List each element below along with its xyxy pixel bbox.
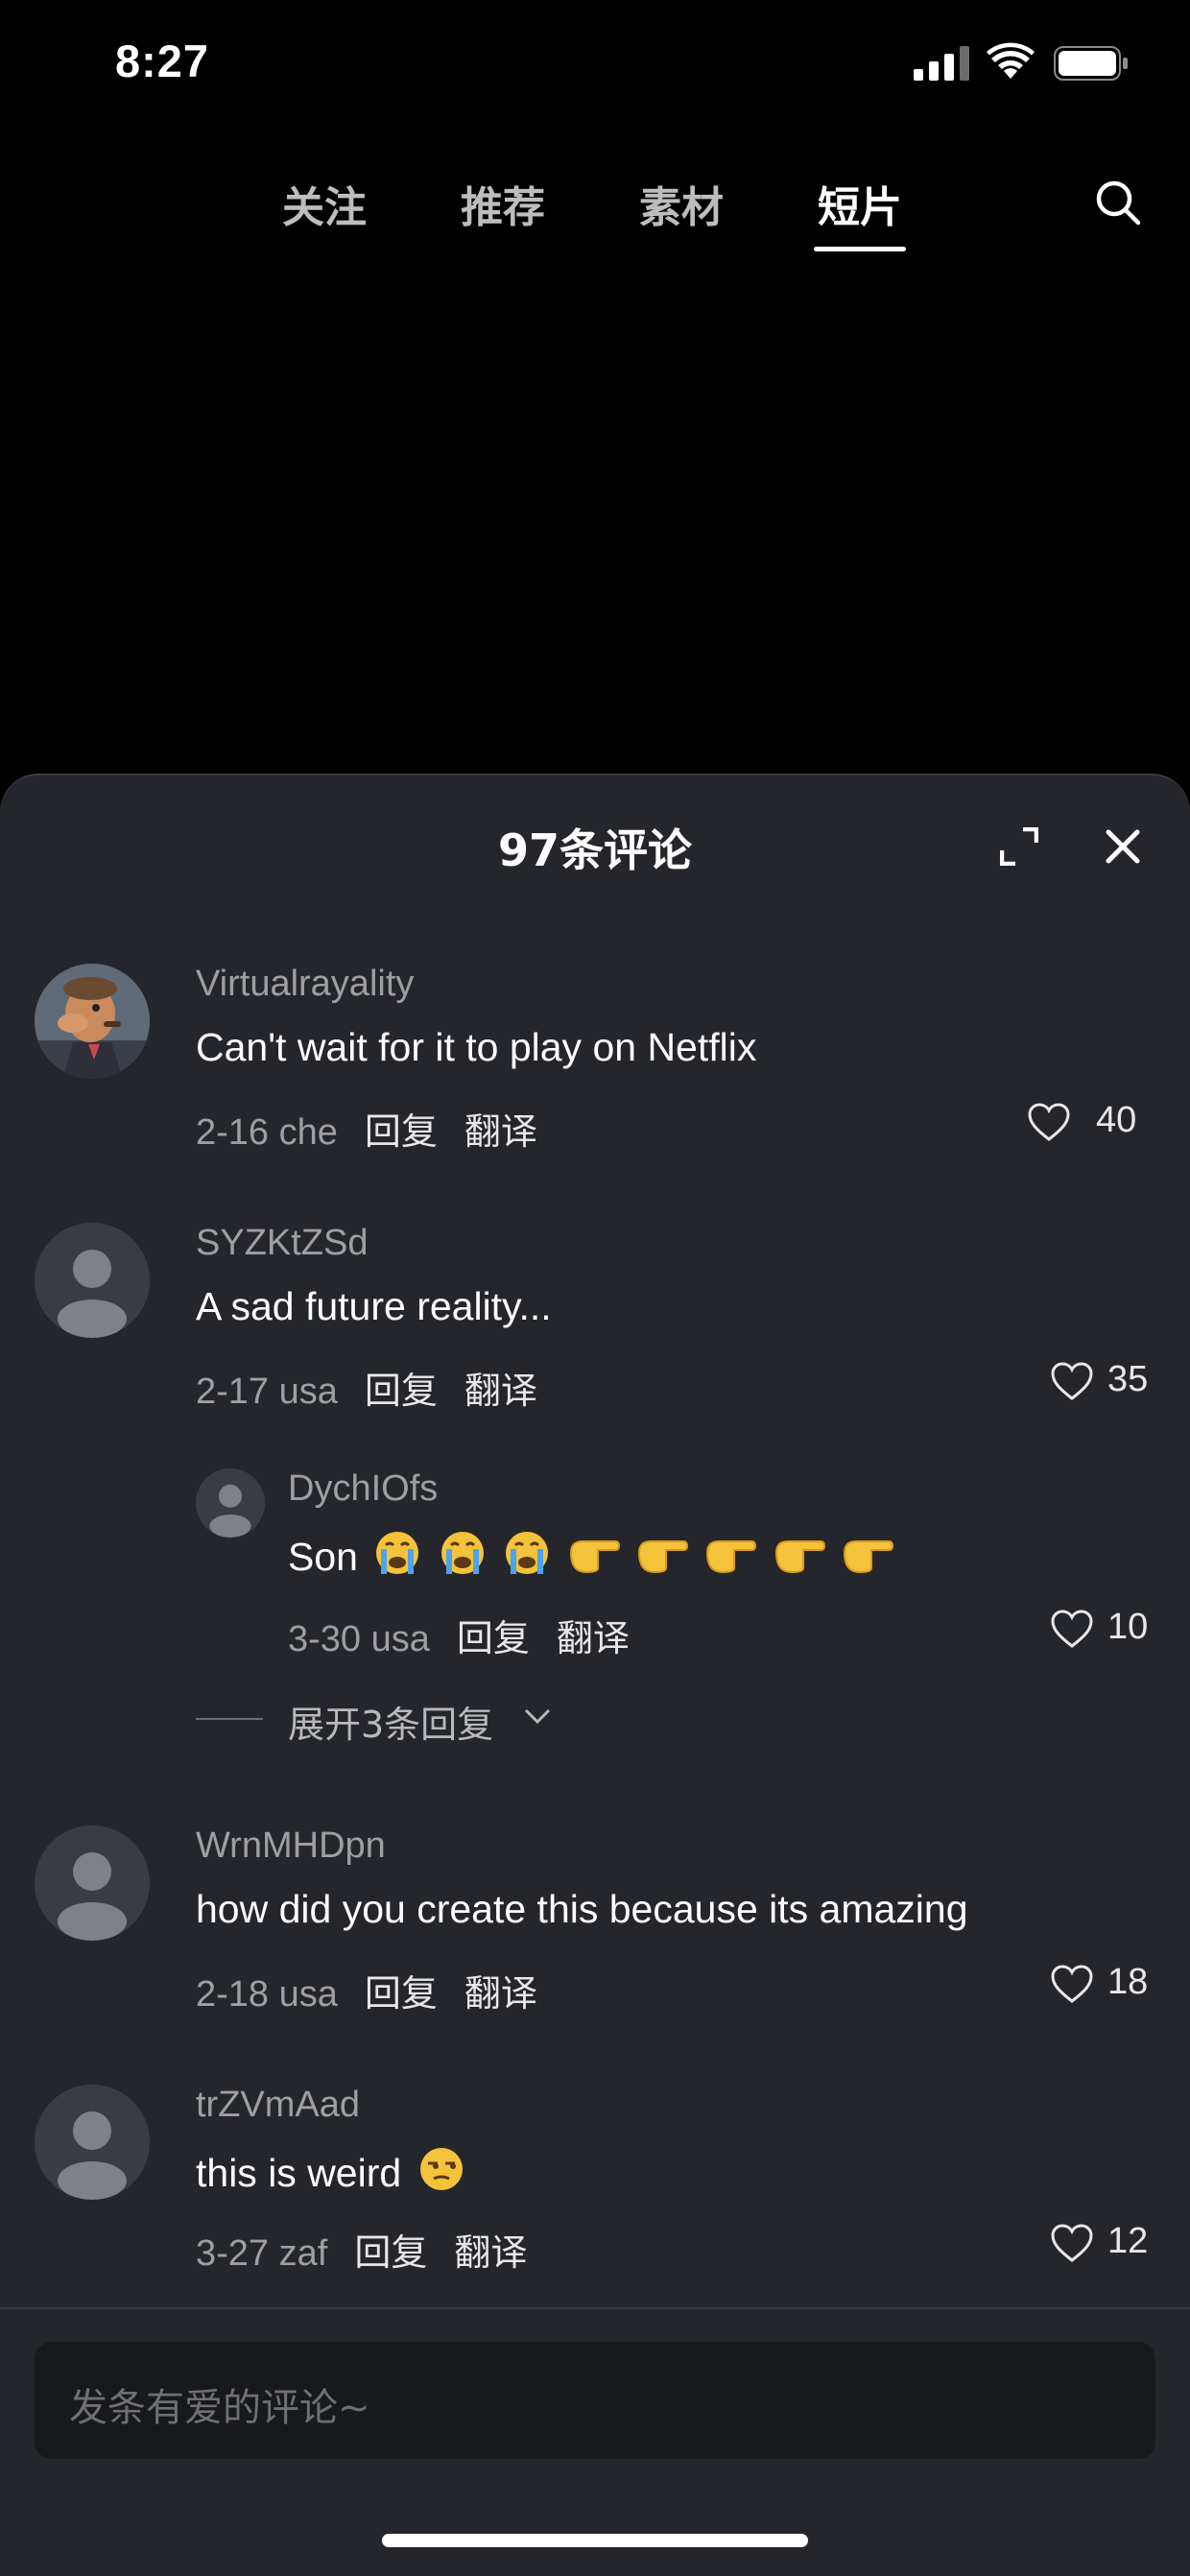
default-avatar-icon — [196, 1468, 265, 1538]
top-nav: 关注 推荐 素材 短片 — [0, 173, 1190, 251]
avatar[interactable] — [35, 1825, 150, 1941]
crying-face-emoji-icon — [506, 1532, 549, 1574]
heart-icon — [1051, 1362, 1093, 1400]
avatar[interactable] — [35, 1223, 150, 1338]
default-avatar-icon — [35, 1825, 150, 1941]
like-button[interactable]: 10 — [1050, 1605, 1165, 1653]
tab-follow[interactable]: 关注 — [282, 173, 367, 234]
comment-date: 3-27 zaf — [196, 2233, 328, 2274]
like-button[interactable]: 40 — [1027, 1098, 1161, 1146]
comment-date: 2-16 che — [196, 1112, 338, 1153]
comment-meta: 2-18 usa 回复 翻译 — [196, 1964, 537, 2016]
chevron-down-icon — [524, 1708, 551, 1725]
wifi-icon — [987, 42, 1035, 79]
comment-date: 3-30 usa — [288, 1619, 430, 1659]
reply-button[interactable]: 回复 — [457, 1617, 530, 1659]
like-count: 40 — [1096, 1100, 1137, 1140]
translate-button[interactable]: 翻译 — [454, 2231, 527, 2274]
translate-button[interactable]: 翻译 — [557, 1617, 630, 1659]
pointing-hand-emoji-icon — [637, 1540, 688, 1574]
avatar[interactable] — [35, 2085, 150, 2200]
crying-face-emoji-icon — [376, 1532, 419, 1574]
expand-icon[interactable] — [1000, 827, 1038, 866]
search-icon[interactable] — [1094, 179, 1142, 227]
like-count: 12 — [1107, 2221, 1149, 2261]
comment-input[interactable]: 发条有爱的评论~ — [35, 2342, 1155, 2459]
pointing-hand-emoji-icon — [706, 1540, 757, 1574]
comment-username[interactable]: SYZKtZSd — [196, 1223, 369, 1264]
comment-username[interactable]: Virtualrayality — [196, 964, 414, 1005]
reply-meta: 3-30 usa 回复 翻译 — [288, 1609, 630, 1661]
comment-text: A sad future reality... — [196, 1284, 552, 1328]
like-button[interactable]: 35 — [1050, 1357, 1165, 1405]
like-count: 18 — [1107, 1962, 1149, 2002]
pointing-hand-emoji-icon — [774, 1540, 825, 1574]
comment-text: this is weird — [196, 2146, 466, 2196]
tab-materials[interactable]: 素材 — [639, 173, 724, 234]
comment-username[interactable]: WrnMHDpn — [196, 1825, 386, 1867]
reply-button[interactable]: 回复 — [365, 1370, 438, 1412]
pointing-hand-emoji-icon — [569, 1540, 620, 1574]
tab-recommend[interactable]: 推荐 — [461, 173, 545, 234]
reply-text-content: Son — [288, 1535, 358, 1579]
crying-face-emoji-icon — [440, 1532, 484, 1574]
tab-shorts[interactable]: 短片 — [814, 173, 906, 251]
heart-icon — [1051, 1610, 1093, 1648]
comment-text-content: this is weird — [196, 2151, 402, 2195]
divider — [0, 2307, 1190, 2309]
status-bar: 8:27 — [0, 0, 1190, 125]
close-icon[interactable] — [1104, 827, 1142, 866]
cellular-signal-icon — [914, 46, 969, 81]
translate-button[interactable]: 翻译 — [464, 1110, 537, 1153]
like-count: 10 — [1107, 1607, 1149, 1647]
pointing-hand-emoji-icon — [844, 1540, 894, 1574]
like-count: 35 — [1107, 1359, 1149, 1399]
avatar[interactable] — [35, 964, 150, 1079]
translate-button[interactable]: 翻译 — [464, 1370, 537, 1412]
comment-text: how did you create this because its amaz… — [196, 1887, 968, 1931]
cartoon-avatar-icon — [35, 964, 150, 1079]
comment-input-placeholder: 发条有爱的评论~ — [69, 2386, 370, 2430]
comment-text: Can't wait for it to play on Netflix — [196, 1025, 757, 1069]
default-avatar-icon — [35, 1223, 150, 1338]
comment-username[interactable]: trZVmAad — [196, 2085, 360, 2126]
status-time: 8:27 — [115, 36, 210, 86]
reply-button[interactable]: 回复 — [365, 1972, 438, 2015]
like-button[interactable]: 12 — [1050, 2219, 1165, 2267]
comment-date: 2-18 usa — [196, 1974, 338, 2015]
translate-button[interactable]: 翻译 — [464, 1972, 537, 2015]
reply-button[interactable]: 回复 — [354, 2231, 427, 2274]
battery-icon — [1054, 46, 1128, 81]
heart-icon — [1051, 1965, 1093, 2003]
divider — [196, 1718, 263, 1720]
reply-username[interactable]: DychIOfs — [288, 1468, 438, 1510]
home-indicator[interactable] — [382, 2534, 808, 2547]
heart-icon — [1051, 2224, 1093, 2262]
reply-button[interactable]: 回复 — [365, 1110, 438, 1153]
reply-text: Son — [288, 1530, 894, 1580]
comment-meta: 2-17 usa 回复 翻译 — [196, 1361, 537, 1414]
comment-meta: 2-16 che 回复 翻译 — [196, 1102, 537, 1155]
avatar[interactable] — [196, 1468, 265, 1538]
default-avatar-icon — [35, 2085, 150, 2200]
like-button[interactable]: 18 — [1050, 1960, 1165, 2008]
comment-date: 2-17 usa — [196, 1371, 338, 1412]
unamused-face-emoji-icon — [419, 2148, 463, 2190]
comment-meta: 3-27 zaf 回复 翻译 — [196, 2223, 527, 2276]
expand-replies-label: 展开3条回复 — [288, 1704, 494, 1746]
heart-icon — [1028, 1103, 1070, 1141]
